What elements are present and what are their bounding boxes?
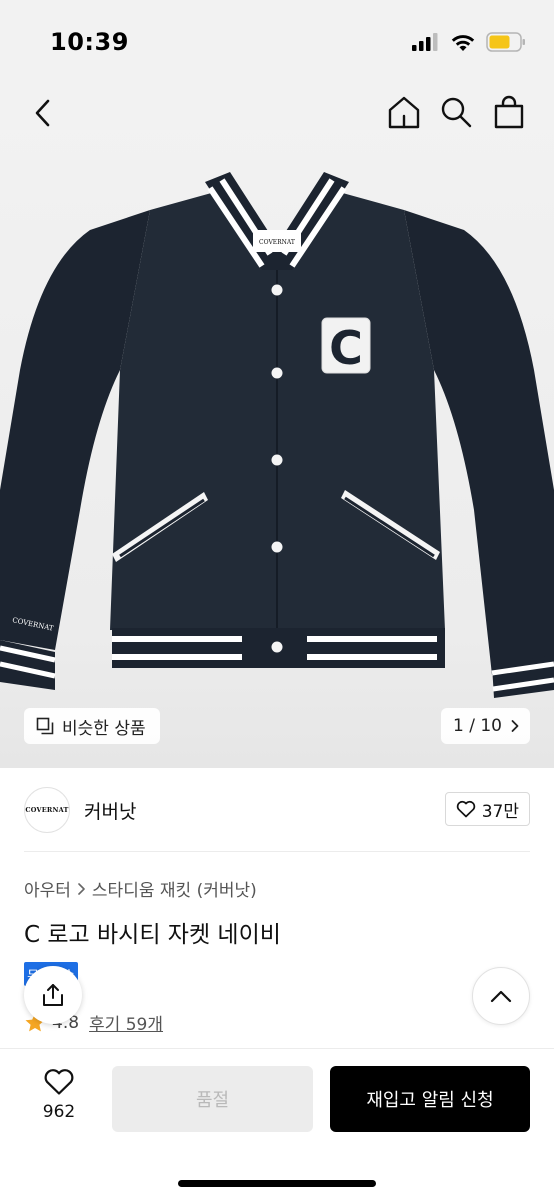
heart-icon — [456, 800, 475, 818]
brand-row[interactable]: COVERNAT 커버낫 37만 — [24, 786, 530, 834]
product-image-varsity-jacket: COVERNAT C COVERNAT — [0, 172, 554, 698]
chevron-right-icon — [78, 882, 85, 895]
search-icon[interactable] — [439, 95, 473, 129]
share-button[interactable] — [24, 966, 82, 1024]
wishlist-button[interactable]: 962 — [28, 1068, 90, 1122]
restock-alert-button[interactable]: 재입고 알림 신청 — [330, 1066, 530, 1132]
brand-like-count: 37만 — [481, 801, 519, 822]
status-icons — [412, 32, 526, 52]
breadcrumb-category[interactable]: 아우터 — [24, 876, 71, 901]
wifi-icon — [451, 34, 475, 51]
status-bar: 10:39 — [0, 0, 554, 86]
heart-icon — [44, 1069, 74, 1095]
breadcrumb: 아우터 스타디움 재킷 (커버낫) — [24, 876, 257, 901]
neck-tag-label: COVERNAT — [259, 239, 295, 246]
brand-name[interactable]: 커버낫 — [84, 797, 136, 824]
share-icon — [43, 984, 63, 1006]
status-time: 10:39 — [50, 28, 129, 56]
chevron-right-icon — [511, 720, 519, 732]
similar-products-button[interactable]: 비슷한 상품 — [24, 708, 160, 744]
brand-logo[interactable]: COVERNAT — [24, 787, 70, 833]
review-link[interactable]: 후기 59개 — [89, 1010, 163, 1035]
chest-patch-letter: C — [329, 321, 363, 375]
breadcrumb-subcategory[interactable]: 스타디움 재킷 (커버낫) — [92, 876, 257, 901]
similar-products-icon — [36, 717, 54, 735]
brand-like-button[interactable]: 37만 — [444, 792, 530, 826]
product-title: C 로고 바시티 자켓 네이비 — [24, 922, 281, 948]
shopping-bag-icon[interactable] — [492, 95, 526, 129]
image-page-indicator[interactable]: 1 / 10 — [441, 708, 530, 744]
similar-products-label: 비슷한 상품 — [62, 718, 146, 739]
wishlist-count: 962 — [42, 1102, 76, 1122]
home-icon[interactable] — [386, 94, 422, 130]
home-indicator — [178, 1180, 376, 1187]
battery-icon — [486, 32, 525, 52]
chevron-up-icon — [490, 990, 512, 1003]
scroll-to-top-button[interactable] — [472, 967, 530, 1025]
soldout-button[interactable]: 품절 — [112, 1066, 313, 1132]
page-indicator-text: 1 / 10 — [453, 716, 502, 736]
divider — [24, 851, 530, 852]
signal-icon — [412, 33, 438, 51]
back-arrow-icon[interactable] — [28, 96, 58, 130]
